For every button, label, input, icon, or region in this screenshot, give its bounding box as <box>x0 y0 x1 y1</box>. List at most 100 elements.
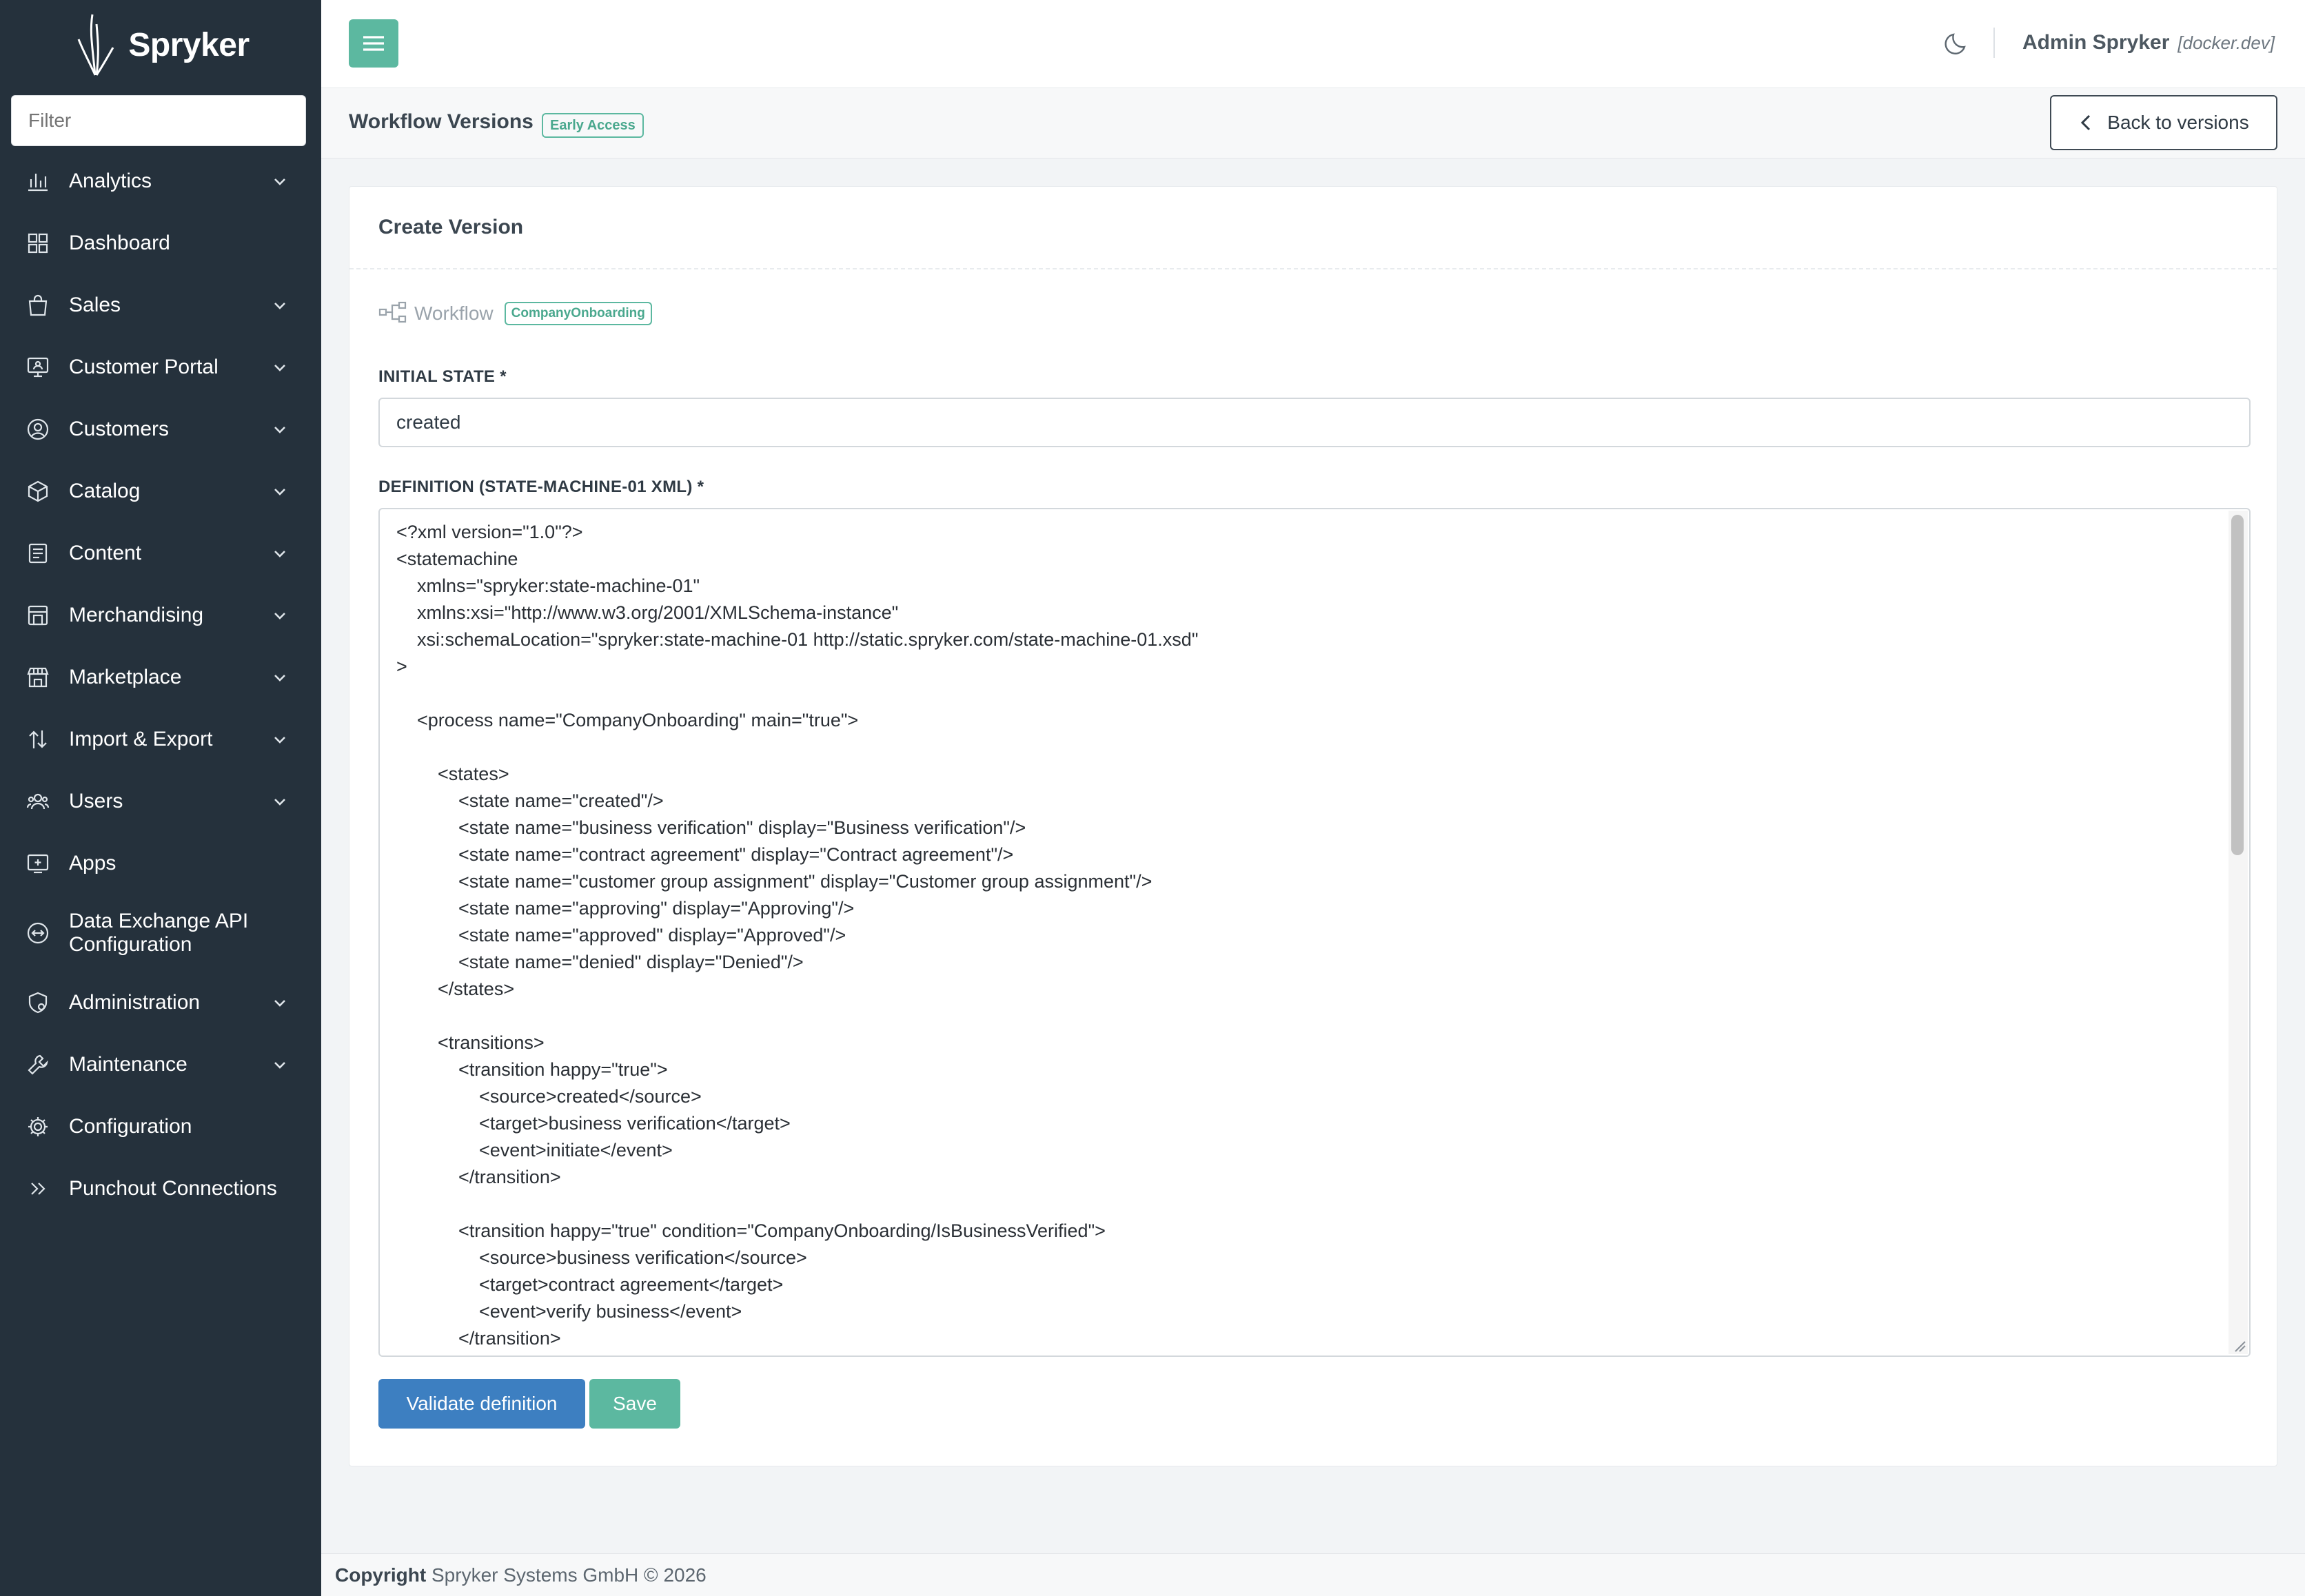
chevron-down-icon <box>272 1056 288 1073</box>
apps-icon <box>26 852 50 875</box>
sidebar-item-marketplace[interactable]: Marketplace <box>0 646 321 708</box>
chevron-down-icon <box>272 173 288 190</box>
chevron-left-icon <box>2081 114 2091 131</box>
page-header: Workflow Versions Early Access Back to v… <box>321 88 2305 158</box>
hamburger-icon <box>363 36 384 51</box>
chart-bars-icon <box>26 170 50 193</box>
sidebar-item-label: Content <box>69 542 142 564</box>
import-export-icon <box>26 728 50 751</box>
chevron-down-icon <box>272 421 288 438</box>
sidebar-item-administration[interactable]: Administration <box>0 972 321 1034</box>
chevron-down-icon <box>272 669 288 686</box>
sidebar-item-label: Customer Portal <box>69 356 219 378</box>
definition-label: DEFINITION (STATE-MACHINE-01 XML) * <box>378 478 704 496</box>
copyright-label: Copyright <box>335 1564 427 1586</box>
dark-mode-toggle-icon[interactable] <box>1944 29 1974 59</box>
sidebar-item-label: Marketplace <box>69 666 182 688</box>
sidebar-item-label: Merchandising <box>69 604 204 626</box>
back-to-versions-button[interactable]: Back to versions <box>2050 95 2277 150</box>
scrollbar-thumb[interactable] <box>2231 515 2244 855</box>
initial-state-input[interactable] <box>378 398 2251 447</box>
exchange-icon <box>26 921 50 945</box>
sidebar-item-label: Punchout Connections <box>69 1177 277 1200</box>
validate-definition-button[interactable]: Validate definition <box>378 1379 585 1429</box>
chevron-down-icon <box>272 359 288 376</box>
footer: Copyright Spryker Systems GmbH © 2026 <box>321 1553 2305 1596</box>
shopping-bag-icon <box>26 294 50 317</box>
menu-toggle-button[interactable] <box>349 19 398 68</box>
shield-gear-icon <box>26 991 50 1014</box>
marketplace-icon <box>26 666 50 689</box>
save-button[interactable]: Save <box>589 1379 680 1429</box>
top-bar: Admin Spryker [docker.dev] <box>321 0 2305 88</box>
users-icon <box>26 790 50 813</box>
sidebar-item-label: Dashboard <box>69 232 170 254</box>
chevron-down-icon <box>272 297 288 314</box>
initial-state-label: INITIAL STATE * <box>378 367 507 386</box>
sidebar-item-label: Apps <box>69 852 116 874</box>
sidebar-item-content[interactable]: Content <box>0 522 321 584</box>
double-chevron-right-icon <box>26 1177 50 1200</box>
workflow-name-badge: CompanyOnboarding <box>504 302 652 325</box>
card-header: Create Version <box>349 187 2277 269</box>
definition-xml-text: <?xml version="1.0"?> <statemachine xmln… <box>396 522 1199 1349</box>
sidebar-item-analytics[interactable]: Analytics <box>0 150 321 212</box>
definition-textarea[interactable]: <?xml version="1.0"?> <statemachine xmln… <box>378 508 2251 1357</box>
sidebar-item-apps[interactable]: Apps <box>0 832 321 894</box>
sidebar-item-merchandising[interactable]: Merchandising <box>0 584 321 646</box>
chevron-down-icon <box>272 994 288 1011</box>
card-title: Create Version <box>378 216 524 238</box>
sidebar-item-label: Configuration <box>69 1115 192 1138</box>
sidebar-item-label: Users <box>69 790 123 812</box>
sidebar-item-label: Data Exchange API Configuration <box>69 910 249 956</box>
sidebar-item-label: Sales <box>69 294 121 316</box>
sidebar-item-customer-portal[interactable]: Customer Portal <box>0 336 321 398</box>
sidebar-item-label: Analytics <box>69 170 152 192</box>
textarea-scrollbar[interactable] <box>2228 511 2248 1354</box>
sidebar-item-import-export[interactable]: Import & Export <box>0 708 321 770</box>
sidebar-item-maintenance[interactable]: Maintenance <box>0 1034 321 1096</box>
spryker-logo-icon <box>72 12 120 78</box>
chevron-down-icon <box>272 607 288 624</box>
chevron-down-icon <box>272 545 288 562</box>
document-icon <box>26 542 50 565</box>
sidebar-item-configuration[interactable]: Configuration <box>0 1096 321 1158</box>
gear-icon <box>26 1115 50 1138</box>
sidebar-item-label: Maintenance <box>69 1053 187 1076</box>
sidebar-item-label: Import & Export <box>69 728 213 750</box>
sidebar-item-customers[interactable]: Customers <box>0 398 321 460</box>
create-version-card: Create Version Workflow CompanyOnboardin… <box>349 186 2277 1466</box>
brand-name: Spryker <box>128 26 250 63</box>
user-environment: [docker.dev] <box>2177 32 2275 53</box>
workflow-label: Workflow <box>414 303 494 324</box>
topbar-divider <box>1993 28 1995 58</box>
workflow-icon <box>378 300 407 327</box>
box-icon <box>26 480 50 503</box>
user-circle-icon <box>26 418 50 441</box>
store-icon <box>26 604 50 627</box>
sidebar: Spryker Analytics Dashboard Sales <box>0 0 321 1596</box>
sidebar-item-catalog[interactable]: Catalog <box>0 460 321 522</box>
sidebar-item-label: Customers <box>69 418 170 440</box>
user-name: Admin Spryker <box>2022 31 2170 54</box>
sidebar-item-punchout[interactable]: Punchout Connections <box>0 1158 321 1220</box>
sidebar-item-label: Catalog <box>69 480 141 502</box>
resize-handle-icon[interactable] <box>2233 1339 2246 1353</box>
sidebar-item-users[interactable]: Users <box>0 770 321 832</box>
early-access-badge: Early Access <box>542 113 644 138</box>
workflow-info: Workflow CompanyOnboarding <box>378 298 652 329</box>
wrench-icon <box>26 1053 50 1076</box>
spryker-logo[interactable]: Spryker <box>0 0 321 90</box>
grid-icon <box>26 232 50 255</box>
sidebar-filter-input[interactable] <box>11 95 306 146</box>
monitor-user-icon <box>26 356 50 379</box>
sidebar-nav: Analytics Dashboard Sales Customer Porta… <box>0 150 321 1220</box>
sidebar-item-dashboard[interactable]: Dashboard <box>0 212 321 274</box>
back-button-label: Back to versions <box>2107 112 2249 133</box>
sidebar-item-data-exchange[interactable]: Data Exchange API Configuration <box>0 894 321 972</box>
user-menu[interactable]: Admin Spryker [docker.dev] <box>2022 28 2275 58</box>
copyright-text: Spryker Systems GmbH © 2026 <box>431 1564 707 1586</box>
chevron-down-icon <box>272 483 288 500</box>
sidebar-item-sales[interactable]: Sales <box>0 274 321 336</box>
chevron-down-icon <box>272 793 288 810</box>
